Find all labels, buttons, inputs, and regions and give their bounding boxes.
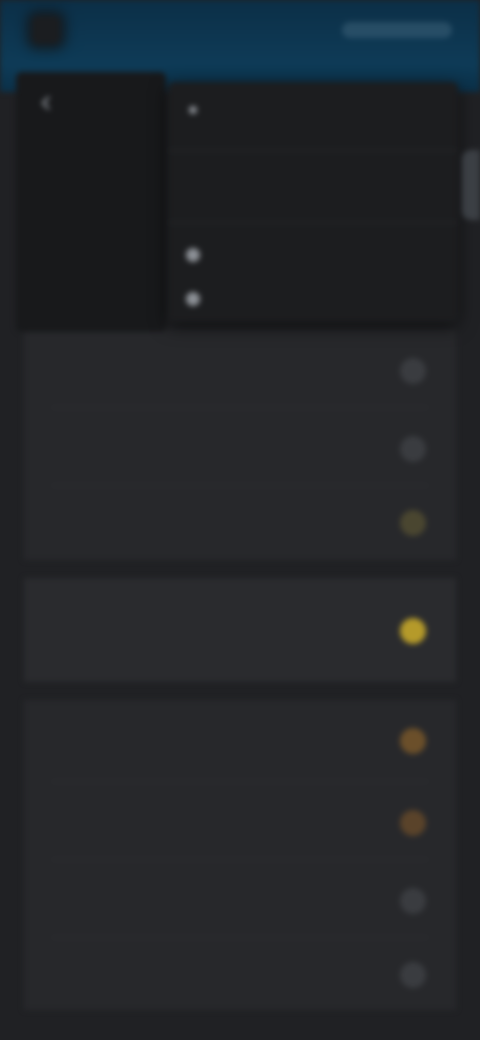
popup-menu: [168, 82, 458, 322]
back-arrow-icon[interactable]: [38, 94, 56, 112]
list-item[interactable]: [24, 860, 456, 936]
side-drawer: [16, 72, 166, 332]
menu-item[interactable]: [186, 106, 215, 114]
list-item-badge: [400, 728, 426, 754]
app-icon[interactable]: [32, 16, 60, 44]
list-item[interactable]: [24, 578, 456, 682]
list-item[interactable]: [24, 408, 456, 484]
list-item[interactable]: [24, 700, 456, 780]
list-item-badge: [400, 358, 426, 384]
list-card-1: [24, 330, 456, 560]
list-item[interactable]: [24, 330, 456, 406]
list-item-badge: [400, 888, 426, 914]
list-card-2: [24, 578, 456, 682]
list-item-badge: [400, 618, 426, 644]
list-item-badge: [400, 810, 426, 836]
edge-handle[interactable]: [462, 150, 480, 220]
list-item[interactable]: [24, 782, 456, 858]
menu-item[interactable]: [186, 292, 214, 306]
blurred-app-screen: [0, 0, 480, 1040]
drawer-item[interactable]: [46, 252, 156, 258]
chevron-right-icon: [189, 106, 197, 114]
list-item-badge: [400, 436, 426, 462]
menu-divider: [168, 222, 458, 223]
circle-icon: [186, 292, 200, 306]
menu-divider: [168, 150, 458, 151]
list-item-badge: [400, 962, 426, 988]
list-item[interactable]: [24, 486, 456, 560]
list-item[interactable]: [24, 938, 456, 1010]
drawer-item[interactable]: [46, 162, 156, 168]
circle-icon: [186, 248, 200, 262]
status-pill[interactable]: [342, 22, 452, 38]
menu-item[interactable]: [186, 248, 214, 262]
list-card-3: [24, 700, 456, 1010]
list-item-badge: [400, 510, 426, 536]
